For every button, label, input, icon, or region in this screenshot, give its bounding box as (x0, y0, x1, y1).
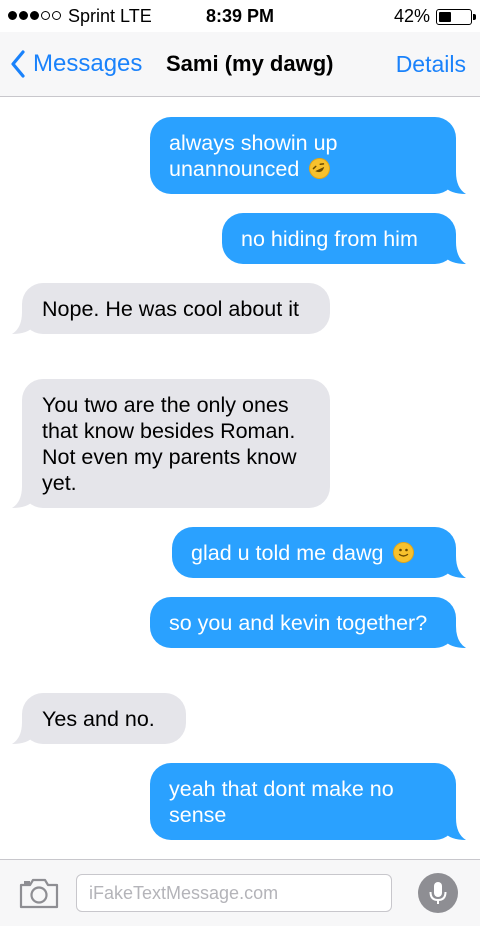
status-bar: Sprint LTE 8:39 PM 42% (0, 0, 480, 32)
rofl-emoji-icon (305, 154, 334, 183)
message-bubble-sent[interactable]: glad u told me dawg (172, 527, 466, 578)
message-bubble-sent[interactable]: no hiding from him (222, 213, 466, 264)
battery-percent: 42% (393, 6, 430, 26)
bubble-tail (444, 818, 466, 840)
battery-indicator: 42% (393, 6, 476, 27)
nav-bar: Messages Sami (my dawg) Details (0, 32, 480, 97)
camera-icon (19, 878, 59, 909)
microphone-button[interactable] (418, 873, 458, 913)
slight-smile-emoji-icon (393, 542, 415, 563)
compose-bar (0, 859, 480, 926)
message-text: You two are the only ones that know besi… (42, 393, 297, 495)
message-list: always showin up unannounced no hiding f… (0, 97, 480, 859)
message-text: glad u told me dawg (191, 541, 384, 565)
back-button[interactable]: Messages (10, 46, 142, 82)
message-text: Nope. He was cool about it (42, 297, 299, 321)
message-bubble-sent[interactable]: yeah that dont make no sense (150, 763, 466, 840)
details-button[interactable]: Details (396, 51, 466, 78)
message-bubble-received[interactable]: You two are the only ones that know besi… (12, 379, 330, 508)
bubble-tail (444, 626, 466, 648)
back-button-label: Messages (33, 50, 143, 77)
bubble-tail (444, 242, 466, 264)
chevron-left-icon (11, 50, 25, 78)
bubble-tail (12, 312, 34, 334)
message-input[interactable] (76, 874, 392, 912)
camera-button[interactable] (18, 876, 60, 915)
microphone-icon (429, 882, 447, 904)
message-text: no hiding from him (241, 227, 418, 251)
battery-fill (439, 11, 451, 22)
bubble-tail (12, 722, 34, 744)
message-bubble-sent[interactable]: so you and kevin together? (150, 597, 466, 648)
messages-screen: Sprint LTE 8:39 PM 42% Messages Sami (my… (0, 0, 480, 926)
message-bubble-sent[interactable]: always showin up unannounced (150, 117, 466, 194)
battery-icon (436, 8, 476, 25)
message-bubble-received[interactable]: Yes and no. (12, 693, 186, 744)
battery-nub (473, 13, 476, 20)
bubble-tail (444, 172, 466, 194)
message-text: Yes and no. (42, 707, 155, 731)
bubble-tail (12, 486, 34, 508)
conversation-title: Sami (my dawg) (166, 51, 334, 76)
message-text: yeah that dont make no sense (169, 777, 394, 827)
bubble-tail (444, 556, 466, 578)
message-text: so you and kevin together? (169, 611, 428, 635)
message-bubble-received[interactable]: Nope. He was cool about it (12, 283, 330, 334)
